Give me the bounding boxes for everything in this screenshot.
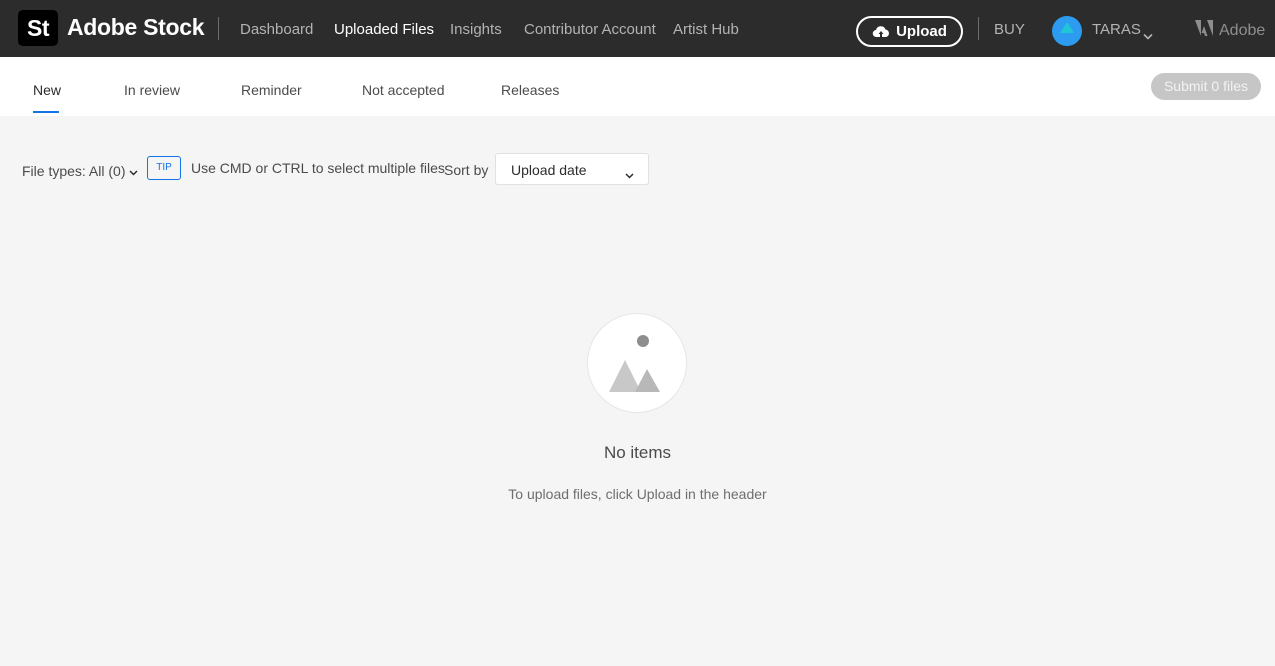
user-name[interactable]: TARAS xyxy=(1092,21,1141,38)
header-divider xyxy=(978,17,979,40)
chevron-down-icon xyxy=(625,166,634,184)
status-tabs: New In review Reminder Not accepted Rele… xyxy=(0,57,1275,116)
file-types-filter[interactable]: File types: All (0) xyxy=(22,163,139,179)
nav-dashboard[interactable]: Dashboard xyxy=(240,21,313,38)
header-divider xyxy=(218,17,219,40)
active-tab-indicator xyxy=(33,111,59,113)
nav-insights[interactable]: Insights xyxy=(450,21,502,38)
chevron-down-icon xyxy=(129,163,139,179)
nav-artist-hub[interactable]: Artist Hub xyxy=(673,21,739,38)
adobe-label: Adobe xyxy=(1219,21,1266,39)
empty-state-title: No items xyxy=(603,443,672,462)
top-header: St Adobe Stock Dashboard Uploaded Files … xyxy=(0,0,1275,57)
sort-value: Upload date xyxy=(511,162,587,178)
cloud-upload-icon xyxy=(872,25,890,39)
avatar[interactable] xyxy=(1052,16,1082,46)
tip-badge: TIP xyxy=(147,156,181,180)
chevron-down-icon[interactable] xyxy=(1143,27,1153,45)
upload-button[interactable]: Upload xyxy=(856,16,963,47)
brand-name[interactable]: Adobe Stock xyxy=(67,14,205,41)
sort-select[interactable]: Upload date xyxy=(495,153,649,185)
adobe-logo[interactable]: Adobe xyxy=(1195,20,1265,41)
empty-state-subtitle: To upload files, click Upload in the hea… xyxy=(508,486,767,502)
upload-label: Upload xyxy=(896,23,947,40)
buy-link[interactable]: BUY xyxy=(994,21,1025,38)
adobe-icon xyxy=(1195,20,1213,41)
stock-logo[interactable]: St xyxy=(18,10,58,46)
tab-in-review[interactable]: In review xyxy=(124,82,180,98)
sort-by-label: Sort by xyxy=(444,162,489,178)
empty-state-illustration xyxy=(587,313,687,413)
tab-new[interactable]: New xyxy=(33,82,61,98)
file-types-label: File types: All (0) xyxy=(22,163,126,179)
tab-not-accepted[interactable]: Not accepted xyxy=(362,82,445,98)
tip-text: Use CMD or CTRL to select multiple files xyxy=(191,160,445,176)
submit-files-button[interactable]: Submit 0 files xyxy=(1151,73,1261,100)
nav-uploaded-files[interactable]: Uploaded Files xyxy=(334,21,434,38)
tab-reminder[interactable]: Reminder xyxy=(241,82,302,98)
nav-contributor-account[interactable]: Contributor Account xyxy=(524,21,656,38)
tab-releases[interactable]: Releases xyxy=(501,82,559,98)
